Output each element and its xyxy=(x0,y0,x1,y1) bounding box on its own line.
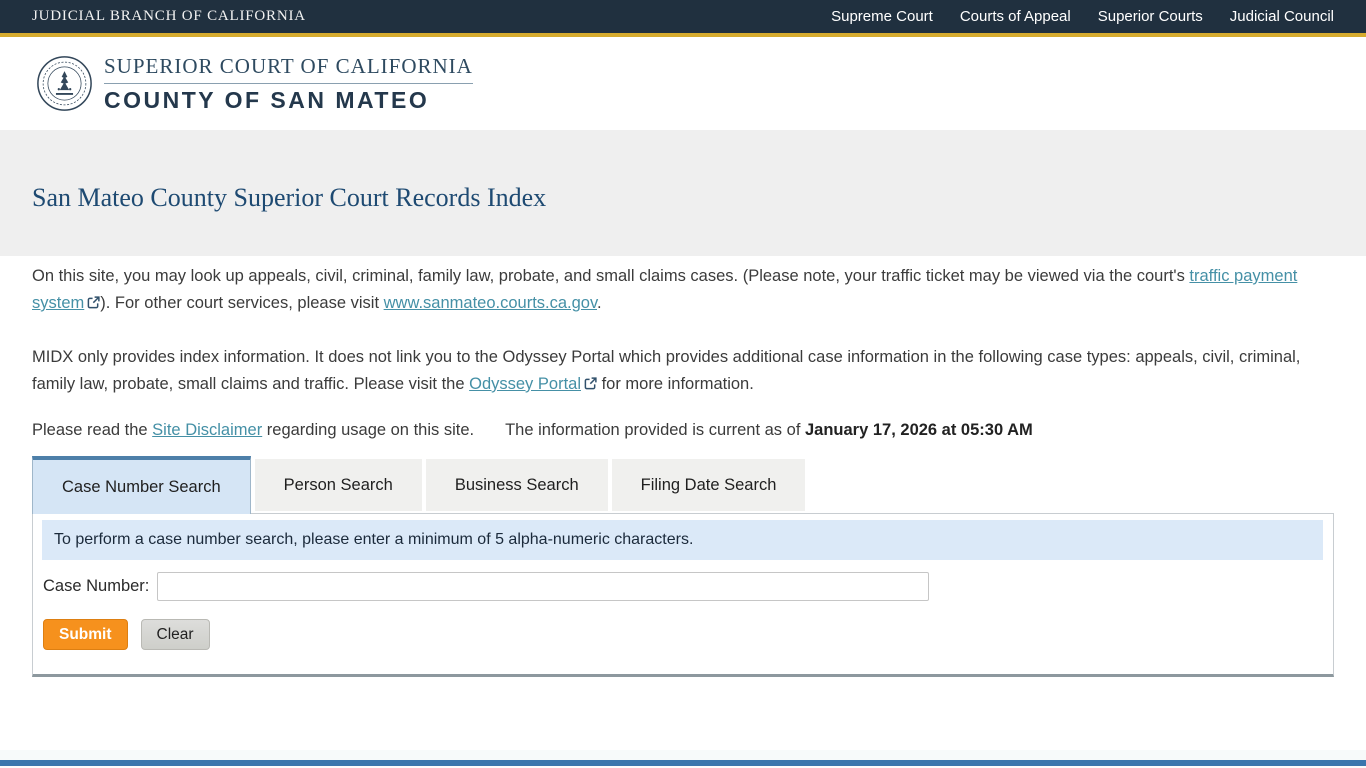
tab-business-search[interactable]: Business Search xyxy=(426,459,608,511)
intro-p2-text: for more information. xyxy=(597,375,754,393)
disclaimer-row: Please read the Site Disclaimer regardin… xyxy=(32,420,1334,441)
data-currency-prefix: The information provided is current as o… xyxy=(505,421,805,439)
intro-paragraph-1: On this site, you may look up appeals, c… xyxy=(32,263,1334,317)
data-currency-datetime: January 17, 2026 at 05:30 AM xyxy=(805,421,1033,439)
site-disclaimer-link[interactable]: Site Disclaimer xyxy=(152,421,262,439)
header-wordmark: SUPERIOR COURT OF CALIFORNIA COUNTY OF S… xyxy=(104,54,473,114)
title-band: San Mateo County Superior Court Records … xyxy=(0,130,1366,256)
topbar-nav: Supreme Court Courts of Appeal Superior … xyxy=(831,8,1334,25)
disclaimer-text: regarding usage on this site. xyxy=(262,421,474,439)
search-instruction-text: To perform a case number search, please … xyxy=(54,531,693,549)
case-number-search-panel: To perform a case number search, please … xyxy=(32,513,1334,677)
nav-link-courts-of-appeal[interactable]: Courts of Appeal xyxy=(960,8,1071,25)
main-content: On this site, you may look up appeals, c… xyxy=(0,256,1366,750)
nav-link-supreme-court[interactable]: Supreme Court xyxy=(831,8,933,25)
clear-button[interactable]: Clear xyxy=(141,619,210,650)
data-currency-note: The information provided is current as o… xyxy=(505,421,1033,439)
search-tabs: Case Number Search Person Search Busines… xyxy=(32,456,1334,513)
sanmateo-courts-link[interactable]: www.sanmateo.courts.ca.gov xyxy=(384,294,597,312)
judicial-branch-brand: JUDICIAL BRANCH OF CALIFORNIA xyxy=(32,8,306,25)
form-buttons-row: Submit Clear xyxy=(43,619,1321,650)
nav-link-judicial-council[interactable]: Judicial Council xyxy=(1230,8,1334,25)
site-header: SUPERIOR COURT OF CALIFORNIA COUNTY OF S… xyxy=(0,37,1366,130)
case-number-input[interactable] xyxy=(157,572,929,601)
tab-case-number-search[interactable]: Case Number Search xyxy=(32,456,251,514)
submit-button[interactable]: Submit xyxy=(43,619,128,650)
external-link-icon xyxy=(87,296,100,309)
header-divider xyxy=(104,83,473,84)
disclaimer-text: Please read the xyxy=(32,421,152,439)
case-number-label: Case Number: xyxy=(43,577,149,596)
search-instruction-banner: To perform a case number search, please … xyxy=(42,520,1323,560)
header-court-line: SUPERIOR COURT OF CALIFORNIA xyxy=(104,54,473,79)
odyssey-portal-link[interactable]: Odyssey Portal xyxy=(469,375,581,393)
intro-p1-text: ). For other court services, please visi… xyxy=(100,294,383,312)
tab-filing-date-search[interactable]: Filing Date Search xyxy=(612,459,806,511)
court-seal-icon xyxy=(36,55,93,112)
nav-link-superior-courts[interactable]: Superior Courts xyxy=(1098,8,1203,25)
government-topbar: JUDICIAL BRANCH OF CALIFORNIA Supreme Co… xyxy=(0,0,1366,33)
tab-person-search[interactable]: Person Search xyxy=(255,459,422,511)
header-county-line: COUNTY OF SAN MATEO xyxy=(104,87,473,114)
case-number-form-row: Case Number: xyxy=(43,572,1321,601)
external-link-icon xyxy=(584,377,597,390)
footer-light-strip xyxy=(0,750,1366,760)
intro-p1-text: On this site, you may look up appeals, c… xyxy=(32,267,1189,285)
intro-paragraph-2: MIDX only provides index information. It… xyxy=(32,344,1334,398)
intro-p1-text: . xyxy=(597,294,602,312)
page-title: San Mateo County Superior Court Records … xyxy=(32,183,1334,213)
